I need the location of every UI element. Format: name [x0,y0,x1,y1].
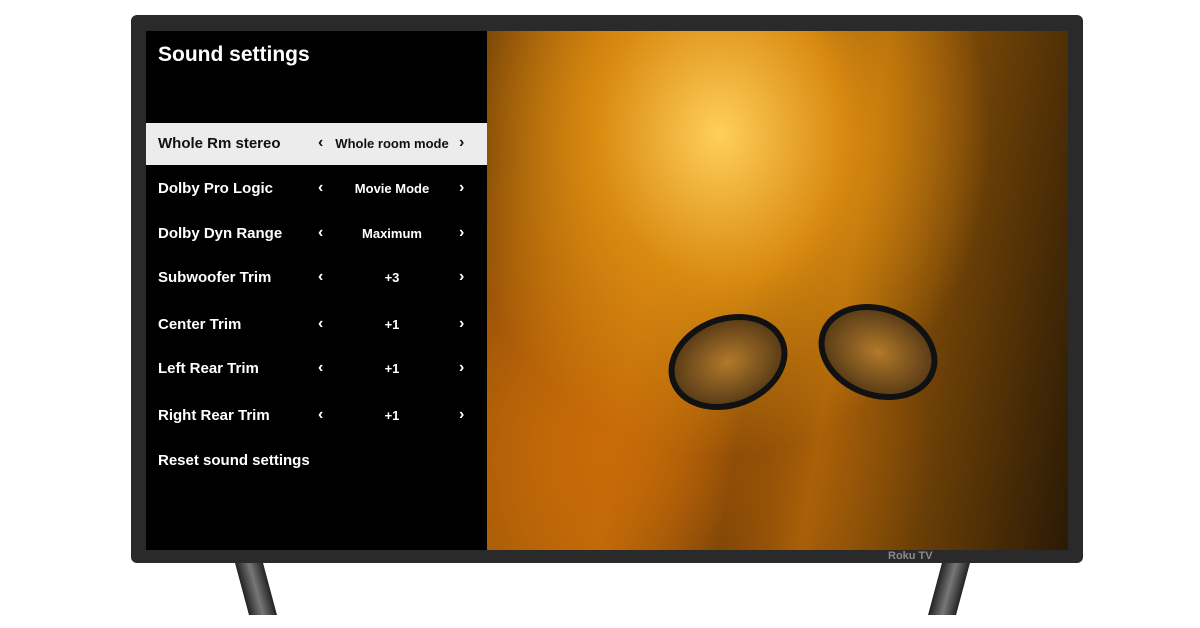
setting-label: Dolby Pro Logic [158,180,274,197]
setting-value: +1 [384,408,400,423]
chevron-right-icon[interactable]: › [459,406,464,424]
chevron-right-icon[interactable]: › [459,315,464,333]
setting-row[interactable]: Subwoofer Trim ‹ +3 › [146,257,487,299]
car-mirror-left [654,297,802,427]
chevron-right-icon[interactable]: › [459,224,464,242]
setting-label: Center Trim [158,316,242,333]
setting-label: Dolby Dyn Range [158,225,283,242]
tv-screen: Sound settings Whole Rm stereo ‹ Whole r… [146,31,1068,550]
chevron-left-icon[interactable]: ‹ [318,134,323,152]
setting-row[interactable]: Left Rear Trim ‹ +1 › [146,348,487,390]
reset-label: Reset sound settings [158,452,310,469]
setting-value: +1 [384,317,400,332]
chevron-right-icon[interactable]: › [459,134,464,152]
background-photo [487,31,1068,550]
setting-value: +3 [384,270,400,285]
setting-value: +1 [384,361,400,376]
chevron-left-icon[interactable]: ‹ [318,406,323,424]
chevron-left-icon[interactable]: ‹ [318,315,323,333]
setting-row[interactable]: Whole Rm stereo ‹ Whole room mode › [146,123,487,165]
setting-value: Maximum [362,226,422,241]
tv-leg-left [235,563,277,615]
chevron-left-icon[interactable]: ‹ [318,359,323,377]
setting-value: Movie Mode [354,181,430,196]
chevron-right-icon[interactable]: › [459,359,464,377]
setting-row[interactable]: Center Trim ‹ +1 › [146,304,487,346]
tv-leg-right [928,563,970,615]
setting-label: Left Rear Trim [158,360,259,377]
chevron-left-icon[interactable]: ‹ [318,179,323,197]
reset-sound-settings[interactable]: Reset sound settings [146,440,487,482]
car-mirror-right [804,287,952,417]
chevron-right-icon[interactable]: › [459,179,464,197]
chevron-left-icon[interactable]: ‹ [318,224,323,242]
setting-value: Whole room mode [335,136,449,151]
page-title: Sound settings [158,43,310,66]
setting-row[interactable]: Dolby Dyn Range ‹ Maximum › [146,213,487,255]
roku-tv-logo: Roku TV [888,550,933,562]
setting-label: Subwoofer Trim [158,269,272,286]
sound-settings-menu: Sound settings Whole Rm stereo ‹ Whole r… [146,31,487,550]
chevron-right-icon[interactable]: › [459,268,464,286]
setting-row[interactable]: Dolby Pro Logic ‹ Movie Mode › [146,168,487,210]
chevron-left-icon[interactable]: ‹ [318,268,323,286]
setting-label: Whole Rm stereo [158,135,281,152]
setting-label: Right Rear Trim [158,407,270,424]
setting-row[interactable]: Right Rear Trim ‹ +1 › [146,395,487,437]
